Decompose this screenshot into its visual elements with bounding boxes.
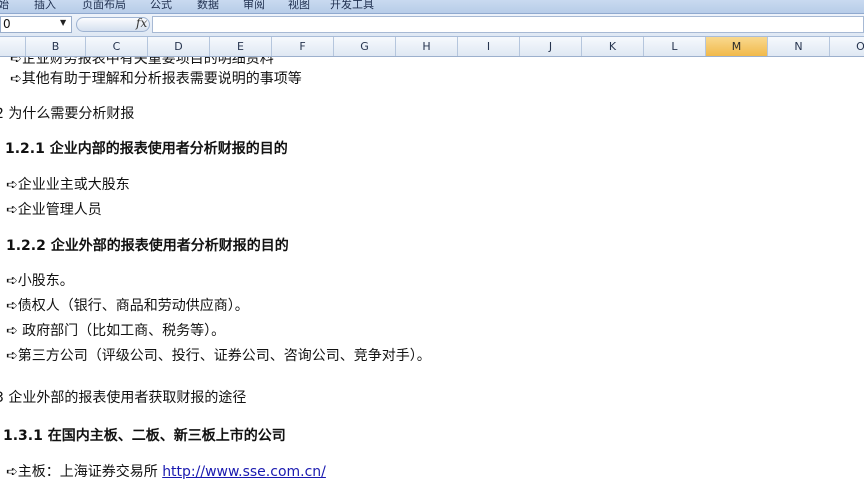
chevron-down-icon[interactable]: ▼ [60,18,66,27]
cell-text-line[interactable]: ➪其他有助于理解和分析报表需要说明的事项等 [10,68,302,88]
ribbon-tab-strip: 始 插入 页面布局 公式 数据 审阅 视图 开发工具 [0,0,864,14]
worksheet-area[interactable]: ➪企业财务报表中有关重要项目的明细资料 ➪其他有助于理解和分析报表需要说明的事项… [0,57,864,486]
cell-text-line[interactable]: 2 为什么需要分析财报 [0,103,134,123]
formula-input[interactable] [152,16,864,33]
cell-text-line-with-link[interactable]: ➪主板：上海证券交易所 http://www.sse.com.cn/ [6,461,326,481]
insert-function-icon[interactable]: fx [136,16,147,30]
cell-text-line[interactable]: ➪第三方公司（评级公司、投行、证券公司、咨询公司、竞争对手）。 [6,345,431,365]
column-header-k[interactable]: K [582,37,644,56]
column-header-d[interactable]: D [148,37,210,56]
column-header-j[interactable]: J [520,37,582,56]
cell-heading-line[interactable]: 1.2.2 企业外部的报表使用者分析财报的目的 [6,235,289,255]
cell-text-prefix: ➪主板：上海证券交易所 [6,464,163,480]
ribbon-tab-home[interactable]: 始 [0,0,9,12]
column-header-l[interactable]: L [644,37,706,56]
sse-hyperlink[interactable]: http://www.sse.com.cn/ [162,464,326,480]
column-header-c[interactable]: C [86,37,148,56]
formula-bar: 0 ▼ fx [0,14,864,37]
column-header-i[interactable]: I [458,37,520,56]
column-header-m[interactable]: M [706,37,768,56]
cell-text-line[interactable]: ➪ 政府部门（比如工商、税务等）。 [6,320,225,340]
cell-text-line[interactable]: ➪企业财务报表中有关重要项目的明细资料 [10,57,274,68]
cell-text-line[interactable]: ➪债权人（银行、商品和劳动供应商）。 [6,295,249,315]
ribbon-tab-formulas[interactable]: 公式 [150,0,172,12]
cell-text-line[interactable]: ➪企业管理人员 [6,199,102,219]
column-header-f[interactable]: F [272,37,334,56]
ribbon-tab-page-layout[interactable]: 页面布局 [82,0,126,12]
ribbon-tab-insert[interactable]: 插入 [34,0,56,12]
ribbon-tab-review[interactable]: 审阅 [243,0,265,12]
corner-cell[interactable] [0,37,26,56]
column-headers: B C D E F G H I J K L M N O [0,37,864,57]
column-header-g[interactable]: G [334,37,396,56]
ribbon-tab-developer[interactable]: 开发工具 [330,0,374,12]
column-header-e[interactable]: E [210,37,272,56]
column-header-o[interactable]: O [830,37,864,56]
column-header-n[interactable]: N [768,37,830,56]
cell-heading-line[interactable]: 1.2.1 企业内部的报表使用者分析财报的目的 [5,138,288,158]
column-header-b[interactable]: B [26,37,86,56]
column-header-h[interactable]: H [396,37,458,56]
ribbon-tab-data[interactable]: 数据 [197,0,219,12]
cell-heading-line[interactable]: 1.3.1 在国内主板、二板、新三板上市的公司 [3,425,286,445]
cell-text-line[interactable]: 3 企业外部的报表使用者获取财报的途径 [0,387,246,407]
cell-text-line[interactable]: ➪企业业主或大股东 [6,174,130,194]
ribbon-tab-view[interactable]: 视图 [288,0,310,12]
cell-text-line[interactable]: ➪小股东。 [6,270,74,290]
